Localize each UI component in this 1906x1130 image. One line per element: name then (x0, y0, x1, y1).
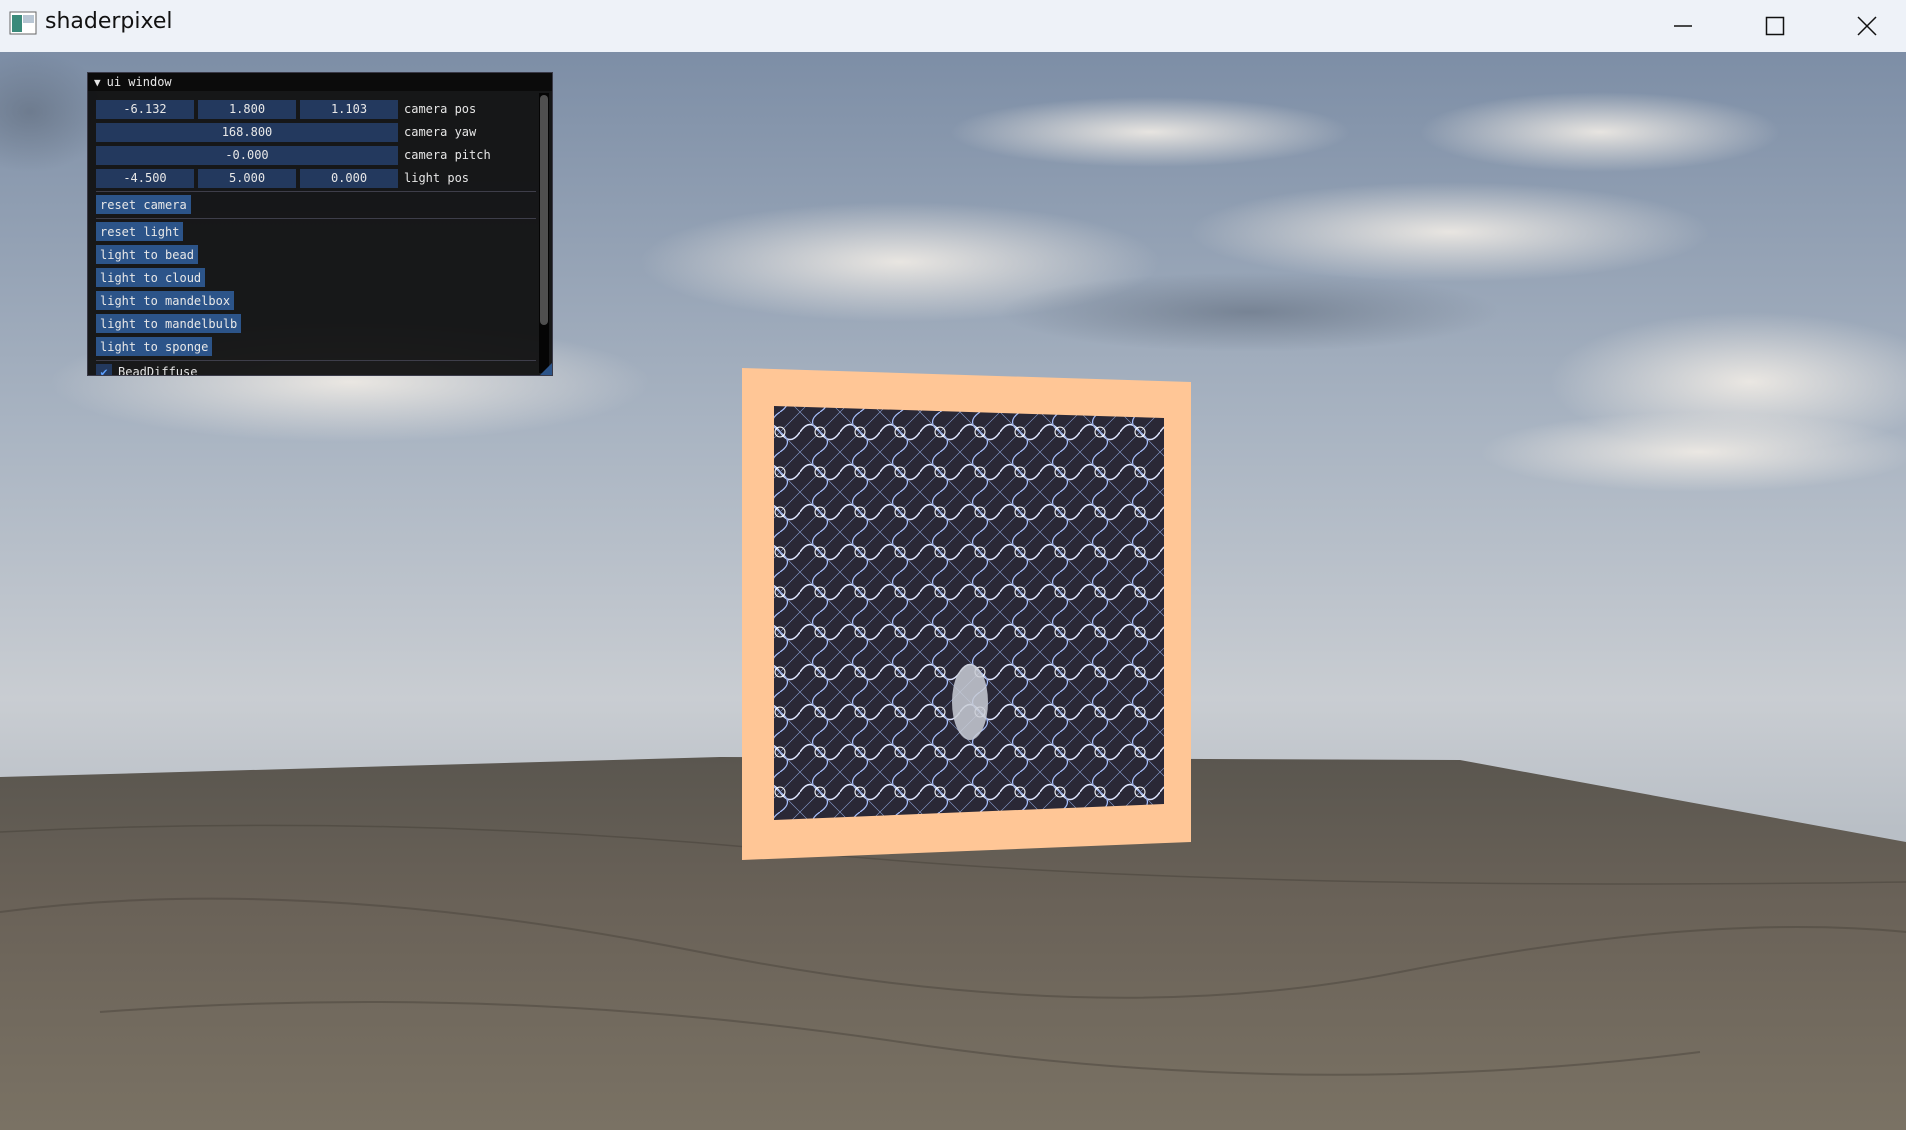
close-icon (1857, 16, 1877, 36)
checkmark-icon: ✔ (100, 365, 108, 376)
camera-yaw-row: 168.800 camera yaw (96, 122, 476, 142)
camera-pitch-field[interactable]: -0.000 (96, 145, 398, 165)
collapse-triangle-icon[interactable]: ▼ (94, 76, 101, 89)
camera-pos-label: camera pos (404, 102, 477, 116)
app-icon (9, 11, 37, 35)
light-to-cloud-button[interactable]: light to cloud (96, 268, 206, 287)
camera-yaw-field[interactable]: 168.800 (96, 122, 398, 142)
close-button[interactable] (1821, 0, 1906, 52)
light-to-sponge-button[interactable]: light to sponge (96, 337, 213, 356)
maximize-button[interactable] (1729, 0, 1821, 52)
ui-window-scroll-thumb[interactable] (540, 95, 548, 325)
ui-window[interactable]: ▼ ui window -6.132 1.800 1.103 camera po… (87, 72, 553, 376)
maximize-icon (1765, 16, 1785, 36)
separator (96, 191, 536, 192)
resize-grip[interactable] (540, 363, 552, 375)
light-pos-y-field[interactable]: 5.000 (198, 168, 296, 188)
camera-pos-row: -6.132 1.800 1.103 camera pos (96, 99, 476, 119)
ui-window-titlebar[interactable]: ▼ ui window (88, 73, 552, 91)
ui-window-title: ui window (106, 75, 172, 89)
camera-pitch-label: camera pitch (404, 148, 491, 162)
window-title: shaderpixel (45, 9, 173, 34)
fractal-texture (774, 406, 1164, 820)
camera-pos-y-field[interactable]: 1.800 (198, 99, 296, 119)
separator (96, 218, 536, 219)
light-to-bead-button[interactable]: light to bead (96, 245, 198, 264)
minimize-button[interactable] (1637, 0, 1729, 52)
light-to-mandelbox-button[interactable]: light to mandelbox (96, 291, 235, 310)
reset-camera-button[interactable]: reset camera (96, 195, 191, 214)
camera-pos-z-field[interactable]: 1.103 (300, 99, 398, 119)
bead-diffuse-checkbox[interactable]: ✔ (96, 364, 112, 376)
camera-pos-x-field[interactable]: -6.132 (96, 99, 194, 119)
light-pos-label: light pos (404, 171, 470, 185)
camera-pitch-row: -0.000 camera pitch (96, 145, 491, 165)
reset-light-button[interactable]: reset light (96, 222, 184, 241)
bead-diffuse-checkbox-row[interactable]: ✔ BeadDiffuse (96, 364, 198, 376)
light-pos-row: -4.500 5.000 0.000 light pos (96, 168, 469, 188)
minimize-icon (1674, 25, 1692, 27)
bead-diffuse-label: BeadDiffuse (118, 365, 198, 376)
separator (96, 360, 536, 361)
light-pos-x-field[interactable]: -4.500 (96, 168, 194, 188)
camera-yaw-label: camera yaw (404, 125, 477, 139)
light-to-mandelbulb-button[interactable]: light to mandelbulb (96, 314, 242, 333)
title-bar: shaderpixel (0, 0, 1906, 52)
light-pos-z-field[interactable]: 0.000 (300, 168, 398, 188)
